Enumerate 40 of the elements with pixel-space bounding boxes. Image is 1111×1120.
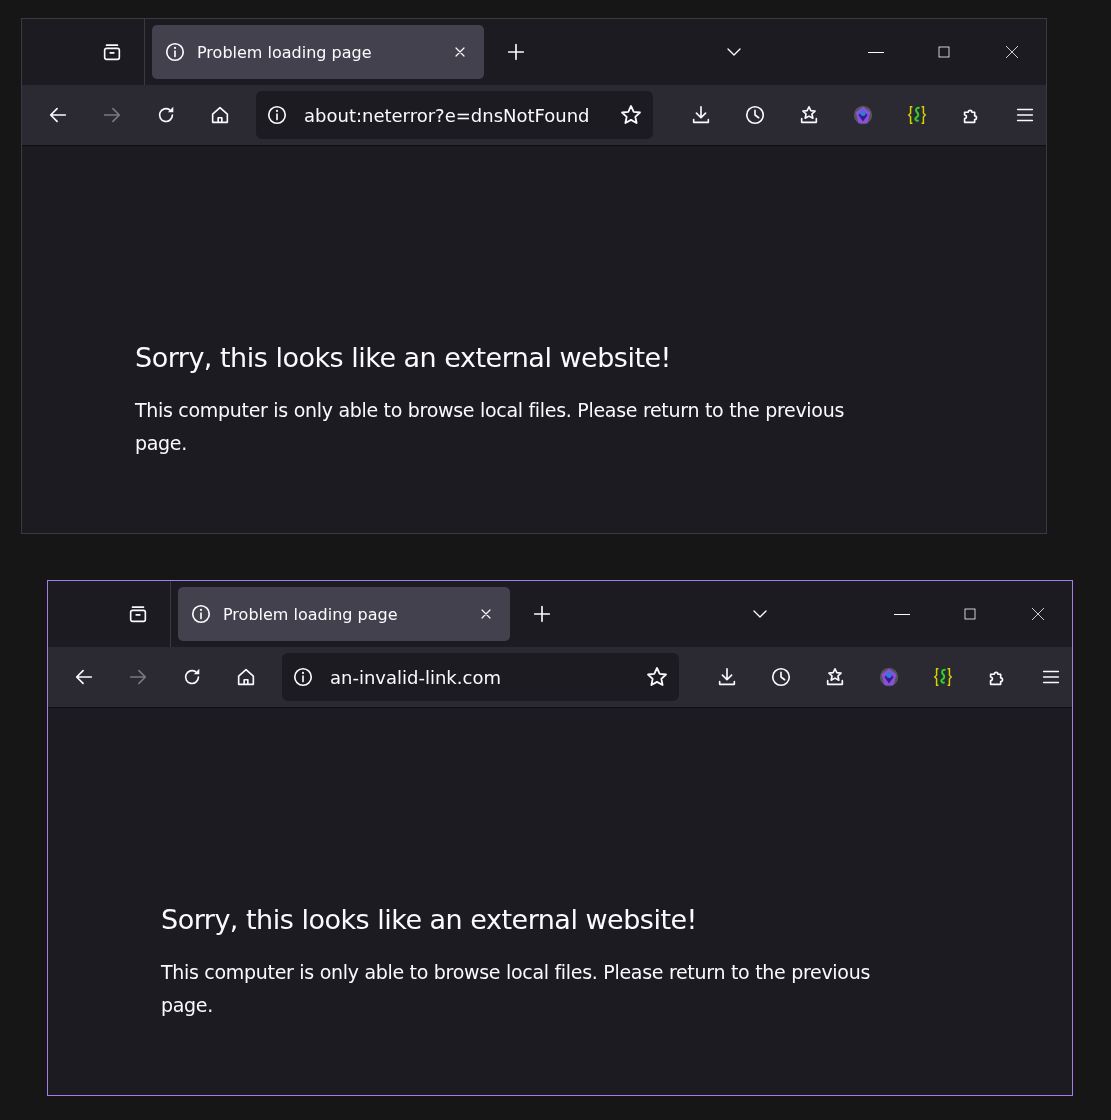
history-icon	[744, 104, 766, 126]
new-tab-icon	[505, 41, 527, 63]
tab-title: Problem loading page	[223, 604, 399, 624]
tab-list-icon	[101, 41, 123, 63]
extension-icon	[878, 666, 900, 688]
address-bar[interactable]: about:neterror?e=dnsNotFound	[256, 91, 653, 139]
extension-icon	[932, 666, 954, 688]
bookmarks-icon	[798, 104, 820, 126]
url-text: an-invalid-link.com	[330, 666, 502, 688]
bookmark-star-icon[interactable]	[645, 665, 669, 689]
new-tab-icon	[531, 603, 553, 625]
url-text: about:neterror?e=dnsNotFound	[304, 104, 591, 126]
error-message: This computer is only able to browse local files. Please return to the previous page.	[135, 398, 845, 456]
maximize-icon	[962, 606, 978, 622]
browser-tab[interactable]: Problem loading page	[178, 587, 510, 641]
close-icon	[1004, 44, 1020, 60]
info-icon	[190, 603, 212, 625]
close-icon	[1030, 606, 1046, 622]
error-message: This computer is only able to browse local files. Please return to the previous page.	[161, 960, 871, 1018]
extension-icon	[906, 104, 928, 126]
minimize-icon	[894, 613, 910, 615]
info-icon[interactable]	[266, 104, 288, 126]
error-heading: Sorry, this looks like an external website!	[161, 904, 698, 935]
extension-icon	[852, 104, 874, 126]
browser-tab[interactable]: Problem loading page	[152, 25, 484, 79]
tab-title: Problem loading page	[197, 42, 373, 62]
minimize-icon	[868, 51, 884, 53]
bookmarks-icon	[824, 666, 846, 688]
maximize-icon	[936, 44, 952, 60]
downloads-icon	[690, 104, 712, 126]
downloads-icon	[716, 666, 738, 688]
tab-list-icon	[127, 603, 149, 625]
home-icon	[209, 104, 231, 126]
info-icon[interactable]	[292, 666, 314, 688]
error-heading: Sorry, this looks like an external website!	[135, 342, 672, 373]
bookmark-star-icon[interactable]	[619, 103, 643, 127]
info-icon	[164, 41, 186, 63]
address-bar[interactable]: an-invalid-link.com	[282, 653, 679, 701]
home-icon	[235, 666, 257, 688]
history-icon	[770, 666, 792, 688]
